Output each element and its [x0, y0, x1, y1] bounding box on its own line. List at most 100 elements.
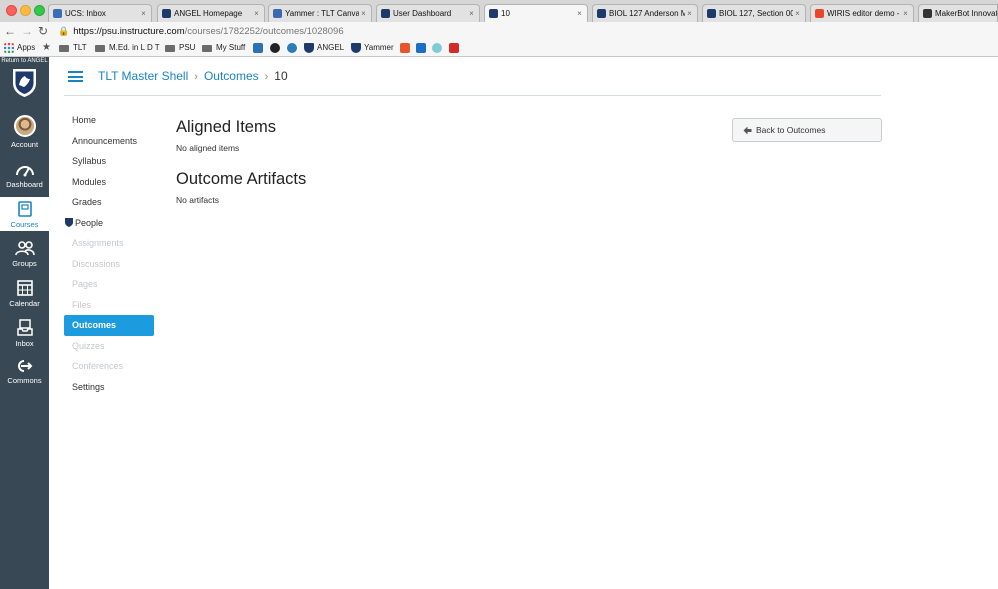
global-nav-courses[interactable]: Courses [0, 197, 49, 231]
course-nav-quizzes[interactable]: Quizzes [64, 336, 154, 357]
course-nav-pages[interactable]: Pages [64, 274, 154, 295]
breadcrumb-course[interactable]: TLT Master Shell [98, 69, 188, 83]
browser-tab[interactable]: WIRIS editor demo - e × [810, 4, 914, 22]
course-nav-assignments[interactable]: Assignments [64, 233, 154, 254]
back-arrow-icon [743, 126, 752, 134]
course-nav-conferences[interactable]: Conferences [64, 356, 154, 377]
outcome-artifacts-heading: Outcome Artifacts [176, 170, 307, 188]
course-nav-home[interactable]: Home [64, 110, 154, 131]
yammer-favicon-icon [273, 9, 282, 18]
bookmark-angel[interactable]: ANGEL [304, 43, 344, 53]
breadcrumb-separator-icon: › [264, 71, 269, 83]
shield-icon [304, 43, 314, 53]
breadcrumb: TLT Master Shell › Outcomes › 10 [98, 69, 288, 85]
bookmark-icon-only[interactable] [400, 43, 413, 53]
global-nav-groups[interactable]: Groups [0, 241, 49, 268]
breadcrumb-outcomes[interactable]: Outcomes [204, 69, 259, 83]
global-nav-dashboard[interactable]: Dashboard [0, 161, 49, 189]
window-zoom-button[interactable] [34, 5, 45, 16]
star-icon[interactable]: ★ [42, 43, 51, 53]
breadcrumb-divider [64, 95, 881, 96]
bookmark-medium-icon [270, 43, 280, 53]
browser-tab[interactable]: Yammer : TLT Canvas × [268, 4, 372, 22]
forward-arrow-icon[interactable]: → [21, 24, 33, 38]
back-to-outcomes-button[interactable]: Back to Outcomes [732, 118, 882, 142]
dashboard-gauge-icon [15, 166, 34, 177]
course-nav-settings[interactable]: Settings [64, 377, 154, 398]
bookmark-icon-only[interactable] [449, 43, 462, 53]
html5-icon [400, 43, 410, 53]
wiris-favicon-icon [815, 9, 824, 18]
return-to-angel-link[interactable]: Return to ANGEL [0, 58, 49, 64]
browser-tab-active[interactable]: 10 × [484, 4, 588, 22]
aligned-items-heading: Aligned Items [176, 118, 276, 136]
course-nav-grades[interactable]: Grades [64, 192, 154, 213]
global-nav-account[interactable]: Account [0, 115, 49, 149]
apps-grid-icon [4, 43, 14, 53]
outcome-artifacts-empty-text: No artifacts [176, 195, 219, 205]
close-tab-icon[interactable]: × [139, 9, 148, 18]
close-tab-icon[interactable]: × [252, 9, 261, 18]
course-nav-modules[interactable]: Modules [64, 172, 154, 193]
browser-tab[interactable]: BIOL 127, Section 001 × [702, 4, 806, 22]
url-host: https://psu.instructure.com [73, 26, 185, 37]
bookmark-icon-only[interactable] [253, 43, 266, 53]
close-tab-icon[interactable]: × [901, 9, 910, 18]
close-tab-icon[interactable]: × [467, 9, 476, 18]
course-nav-syllabus[interactable]: Syllabus [64, 151, 154, 172]
bookmark-icon-only[interactable] [432, 43, 445, 53]
browser-tab[interactable]: ANGEL Homepage × [157, 4, 265, 22]
close-tab-icon[interactable]: × [575, 9, 584, 18]
address-bar[interactable]: 🔒 https://psu.instructure.com/courses/178… [58, 24, 344, 39]
slack-icon [432, 43, 442, 53]
bookmark-icon-only[interactable] [270, 43, 283, 53]
bookmark-icon-only[interactable] [416, 43, 429, 53]
bookmarks-bar: Apps ★ TLT M.Ed. in L D T PSU My Stuff A… [0, 40, 998, 57]
course-navigation: Home Announcements Syllabus Modules Grad… [64, 110, 154, 397]
window-minimize-button[interactable] [20, 5, 31, 16]
courses-book-icon [17, 201, 32, 217]
aligned-items-empty-text: No aligned items [176, 143, 240, 153]
course-nav-discussions[interactable]: Discussions [64, 254, 154, 275]
browser-tab-bar: UCS: Inbox × ANGEL Homepage × Yammer : T… [0, 0, 998, 23]
avatar [13, 115, 36, 137]
browser-tab[interactable]: User Dashboard × [376, 4, 480, 22]
url-path: /courses/1782252/outcomes/1028096 [184, 26, 344, 37]
global-nav-calendar[interactable]: Calendar [0, 279, 49, 308]
shield-favicon-icon [707, 9, 716, 18]
shield-icon [351, 43, 361, 53]
reload-icon[interactable]: ↻ [38, 24, 48, 38]
course-nav-announcements[interactable]: Announcements [64, 131, 154, 152]
folder-icon [165, 44, 175, 52]
global-nav-inbox[interactable]: Inbox [0, 319, 49, 348]
back-arrow-icon[interactable]: ← [4, 24, 16, 38]
close-tab-icon[interactable]: × [685, 9, 694, 18]
wordpress-icon [287, 43, 297, 53]
bookmark-folder[interactable]: My Stuff [202, 43, 245, 53]
close-tab-icon[interactable]: × [359, 9, 368, 18]
browser-tab[interactable]: BIOL 127 Anderson Ma × [592, 4, 698, 22]
commons-arrow-icon [18, 360, 33, 372]
penn-state-shield-icon[interactable] [11, 68, 38, 98]
folder-icon [95, 44, 105, 52]
bookmark-icon-only[interactable] [287, 43, 300, 53]
bookmark-yammer[interactable]: Yammer [351, 43, 394, 53]
course-nav-outcomes[interactable]: Outcomes [64, 315, 154, 336]
bookmark-folder[interactable]: PSU [165, 43, 195, 53]
bookmark-folder[interactable]: M.Ed. in L D T [95, 43, 160, 53]
bookmark-apps[interactable]: Apps [4, 43, 35, 53]
home-icon [449, 43, 459, 53]
course-nav-people[interactable]: People [64, 213, 154, 234]
bookmark-folder[interactable]: TLT [59, 43, 87, 53]
global-nav-commons[interactable]: Commons [0, 359, 49, 385]
browser-tab[interactable]: UCS: Inbox × [48, 4, 152, 22]
browser-tab[interactable]: MakerBot Innovatio [918, 4, 998, 22]
inbox-favicon-icon [53, 9, 62, 18]
shield-icon [65, 217, 73, 227]
course-nav-files[interactable]: Files [64, 295, 154, 316]
close-tab-icon[interactable]: × [793, 9, 802, 18]
window-close-button[interactable] [6, 5, 17, 16]
makerbot-favicon-icon [923, 9, 932, 18]
inbox-tray-icon [16, 319, 33, 336]
course-menu-toggle-icon[interactable] [68, 71, 83, 82]
